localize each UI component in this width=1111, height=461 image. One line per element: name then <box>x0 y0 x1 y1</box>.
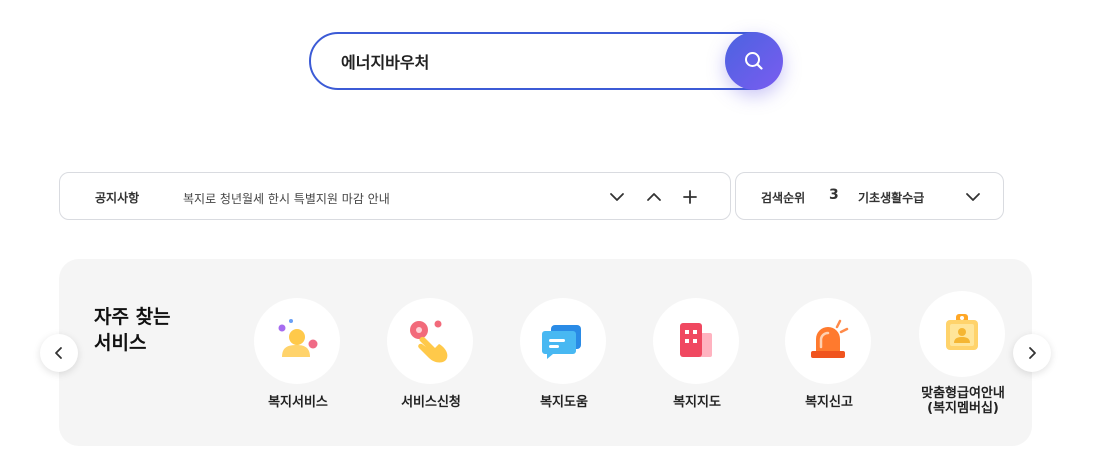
rank-expand-button[interactable] <box>962 186 984 208</box>
service-icon-bg <box>387 298 473 384</box>
services-title-line2: 서비스 <box>94 332 147 354</box>
search-icon <box>745 52 763 70</box>
search-button[interactable] <box>725 32 783 90</box>
service-application[interactable]: 서비스신청 <box>365 298 497 428</box>
service-icon-bg <box>653 298 739 384</box>
siren-icon <box>811 319 849 358</box>
notice-next-button[interactable] <box>606 186 628 208</box>
service-customized-benefits[interactable]: 맞춤형급여안내 (복지멤버십) <box>897 291 1029 421</box>
chevron-down-icon <box>966 193 980 201</box>
chat-bubble-icon <box>542 325 581 359</box>
service-label: 복지지도 <box>673 395 721 410</box>
service-icon-bg <box>254 298 340 384</box>
building-map-icon <box>680 323 712 357</box>
rank-number: 3 <box>829 187 839 203</box>
service-icon-bg <box>785 298 871 384</box>
chevron-left-icon <box>55 347 62 359</box>
service-label: 복지도움 <box>540 395 588 410</box>
notice-prev-button[interactable] <box>643 186 665 208</box>
service-label-line1: 맞춤형급여안내 <box>921 386 1005 401</box>
service-welfare-help[interactable]: 복지도움 <box>498 298 630 428</box>
notice-bar: 공지사항 복지로 청년월세 한시 특별지원 마감 안내 <box>59 172 731 220</box>
services-prev-button[interactable] <box>40 334 78 372</box>
membership-card-icon <box>946 314 978 350</box>
plus-icon <box>683 190 697 204</box>
service-icon-bg <box>520 298 606 384</box>
notice-label: 공지사항 <box>95 191 140 205</box>
search-input[interactable] <box>341 34 721 88</box>
person-icon <box>278 319 318 357</box>
service-icon-bg <box>919 291 1005 377</box>
search-box <box>309 32 782 90</box>
service-label: 복지서비스 <box>268 395 328 410</box>
service-label-line2: (복지멤버십) <box>927 401 999 416</box>
service-welfare-map[interactable]: 복지지도 <box>631 298 763 428</box>
service-label: 복지신고 <box>805 395 853 410</box>
rank-label: 검색순위 <box>761 191 806 205</box>
search-rank-bar: 검색순위 3 기초생활수급 <box>735 172 1004 220</box>
chevron-down-icon <box>610 193 624 201</box>
services-title-line1: 자주 찾는 <box>94 306 171 328</box>
rank-keyword[interactable]: 기초생활수급 <box>858 189 924 206</box>
service-label: 서비스신청 <box>401 395 461 410</box>
service-welfare-services[interactable]: 복지서비스 <box>232 298 364 428</box>
chevron-up-icon <box>647 193 661 201</box>
notice-text[interactable]: 복지로 청년월세 한시 특별지원 마감 안내 <box>183 190 390 207</box>
hand-tap-icon <box>410 320 448 363</box>
services-title: 자주 찾는 서비스 <box>94 304 184 356</box>
service-welfare-report[interactable]: 복지신고 <box>763 298 895 428</box>
notice-more-button[interactable] <box>679 186 701 208</box>
